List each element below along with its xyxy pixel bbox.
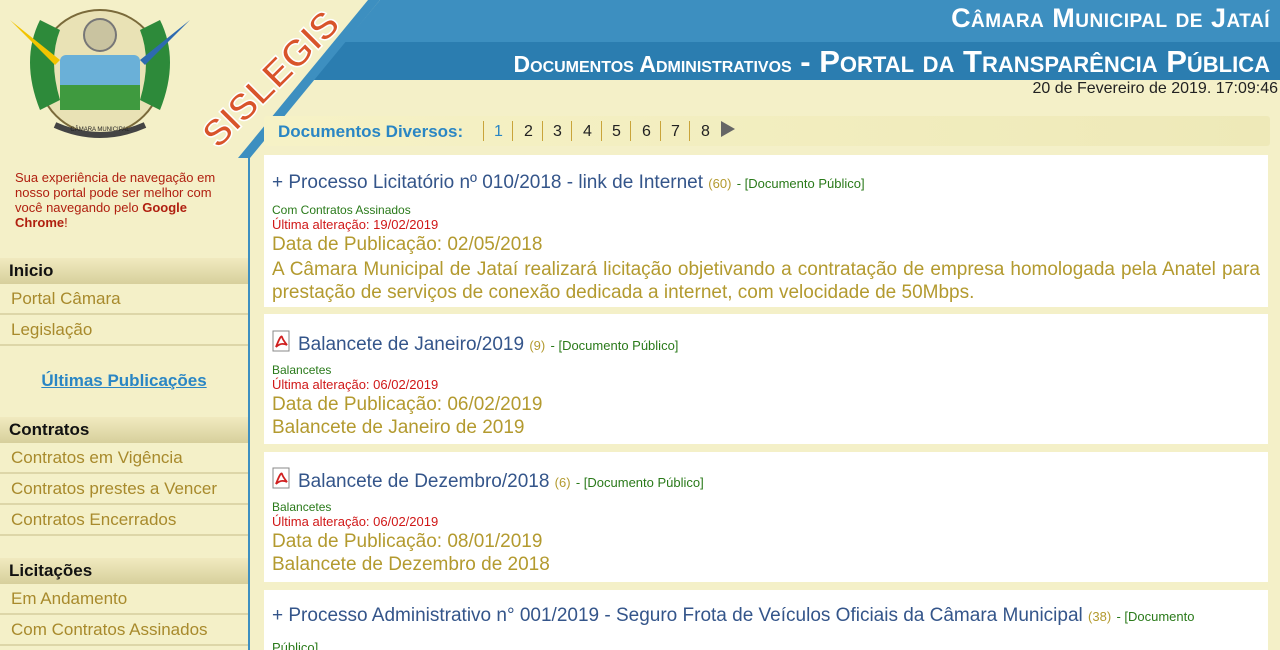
document-title-link[interactable]: + Processo Administrativo n° 001/2019 - … <box>272 605 1195 627</box>
pager-separator <box>689 121 690 141</box>
document-count: (6) <box>554 475 571 490</box>
document-title-link[interactable]: + Processo Licitatório nº 010/2018 - lin… <box>272 172 865 194</box>
document-access: - [Documento Público] <box>575 475 704 490</box>
nav-com-contratos[interactable]: Com Contratos Assinados <box>0 616 248 646</box>
nav-contratos-encerrados[interactable]: Contratos Encerrados <box>0 506 248 536</box>
pager-separator <box>512 121 513 141</box>
site-subtitle: Documentos Administrativos - Portal da T… <box>514 44 1270 80</box>
subtitle-section: Documentos Administrativos <box>513 51 792 77</box>
document-access: - [Documento Público] <box>736 176 865 191</box>
pager-page-1[interactable]: 1 <box>494 123 503 141</box>
nav-ultimas-publicacoes[interactable]: Últimas Publicações <box>0 371 248 391</box>
document-published: Data de Publicação: 02/05/2018 <box>272 234 543 255</box>
notice-end: ! <box>64 215 68 230</box>
pager-label: Documentos Diversos: <box>278 122 464 141</box>
document-category: Balancetes <box>272 500 332 514</box>
document-published: Data de Publicação: 08/01/2019 <box>272 531 543 552</box>
document-description: Balancete de Janeiro de 2019 <box>272 417 525 438</box>
pdf-icon <box>272 330 290 352</box>
pager-separator <box>601 121 602 141</box>
pager-bar: Documentos Diversos: 1 2 3 4 5 6 7 8 <box>264 116 1270 146</box>
pager-page-8[interactable]: 8 <box>701 123 710 141</box>
site-title: Câmara Municipal de Jataí <box>951 3 1270 33</box>
section-inicio: Inicio <box>0 258 248 284</box>
document-altered: Última alteração: 06/02/2019 <box>272 514 439 529</box>
document-title[interactable]: Balancete de Dezembro/2018 <box>298 471 549 492</box>
next-page-arrow-icon[interactable] <box>721 121 735 137</box>
nav-em-andamento[interactable]: Em Andamento <box>0 585 248 615</box>
svg-text:CÂMARA MUNICIPAL: CÂMARA MUNICIPAL <box>70 126 130 133</box>
pager-separator <box>630 121 631 141</box>
subtitle-separator: - <box>791 44 820 79</box>
section-contratos: Contratos <box>0 417 248 443</box>
document-access: - [Documento Público] <box>550 338 679 353</box>
header-datetime: 20 de Fevereiro de 2019. 17:09:46 <box>1032 80 1278 97</box>
expand-toggle[interactable]: + <box>272 172 288 193</box>
nav-contratos-vigencia[interactable]: Contratos em Vigência <box>0 444 248 474</box>
section-licitacoes: Licitações <box>0 558 248 584</box>
document-published: Data de Publicação: 06/02/2019 <box>272 394 543 415</box>
document-card: + Processo Administrativo n° 001/2019 - … <box>264 590 1268 650</box>
pdf-icon <box>272 467 290 489</box>
document-title-link[interactable]: Balancete de Dezembro/2018 (6) - [Docume… <box>272 467 704 493</box>
document-altered: Última alteração: 19/02/2019 <box>272 217 439 232</box>
nav-portal-camara[interactable]: Portal Câmara <box>0 285 248 315</box>
sidebar: Sua experiência de navegação em nosso po… <box>0 158 250 650</box>
document-category: Com Contratos Assinados <box>272 203 411 217</box>
pager-page-3[interactable]: 3 <box>553 123 562 141</box>
pager-page-2[interactable]: 2 <box>524 123 533 141</box>
document-card: Balancete de Dezembro/2018 (6) - [Docume… <box>264 452 1268 582</box>
document-count: (38) <box>1088 609 1112 624</box>
pager-separator <box>483 121 484 141</box>
document-title-link[interactable]: Balancete de Janeiro/2019 (9) - [Documen… <box>272 330 678 356</box>
pager-separator <box>660 121 661 141</box>
document-title[interactable]: Balancete de Janeiro/2019 <box>298 334 524 355</box>
nav-legislacao[interactable]: Legislação <box>0 316 248 346</box>
document-altered: Última alteração: 06/02/2019 <box>272 377 439 392</box>
document-card: Balancete de Janeiro/2019 (9) - [Documen… <box>264 314 1268 444</box>
nav-contratos-prestes[interactable]: Contratos prestes a Vencer <box>0 475 248 505</box>
pager-page-4[interactable]: 4 <box>583 123 592 141</box>
pager-page-7[interactable]: 7 <box>671 123 680 141</box>
document-title[interactable]: Processo Licitatório nº 010/2018 - link … <box>288 172 703 193</box>
pager-separator <box>571 121 572 141</box>
expand-toggle[interactable]: + <box>272 605 288 626</box>
pager-separator <box>542 121 543 141</box>
pager-page-5[interactable]: 5 <box>612 123 621 141</box>
document-count: (60) <box>708 176 732 191</box>
document-description: A Câmara Municipal de Jataí realizará li… <box>272 259 1260 303</box>
document-description: Balancete de Dezembro de 2018 <box>272 554 550 575</box>
document-access: - [Documento <box>1116 609 1195 624</box>
document-title[interactable]: Processo Administrativo n° 001/2019 - Se… <box>288 605 1082 626</box>
document-access-cont: Público] <box>272 640 319 650</box>
browser-notice: Sua experiência de navegação em nosso po… <box>15 170 240 230</box>
document-count: (9) <box>529 338 546 353</box>
subtitle-portal: Portal da Transparência Pública <box>819 44 1270 79</box>
document-category: Balancetes <box>272 363 332 377</box>
document-card: + Processo Licitatório nº 010/2018 - lin… <box>264 155 1268 307</box>
pager-page-6[interactable]: 6 <box>642 123 651 141</box>
